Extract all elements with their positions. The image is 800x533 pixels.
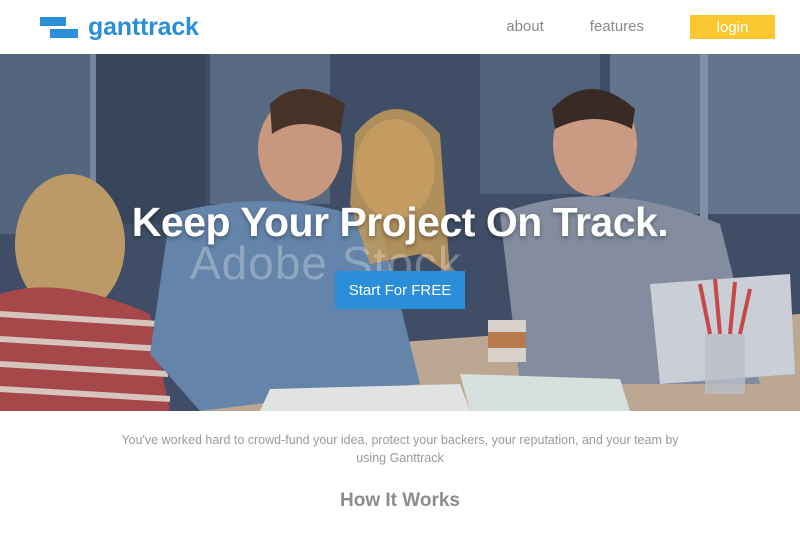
logo-mark-icon: [40, 14, 80, 40]
logo[interactable]: ganttrack: [40, 12, 199, 42]
login-button[interactable]: login: [690, 15, 775, 39]
nav-link-features[interactable]: features: [590, 15, 644, 39]
nav-link-about[interactable]: about: [506, 15, 544, 39]
hero-title: Keep Your Project On Track.: [131, 199, 669, 245]
how-it-works-title: How It Works: [340, 490, 460, 511]
start-free-button[interactable]: Start For FREE: [335, 271, 465, 309]
hero-banner: Adobe Stock Keep Your Project On Track. …: [0, 54, 800, 411]
main-nav: about features login: [506, 15, 775, 39]
site-header: ganttrack about features login: [0, 0, 800, 54]
logo-text: ganttrack: [88, 13, 199, 41]
tagline: You've worked hard to crowd-fund your id…: [121, 433, 679, 465]
